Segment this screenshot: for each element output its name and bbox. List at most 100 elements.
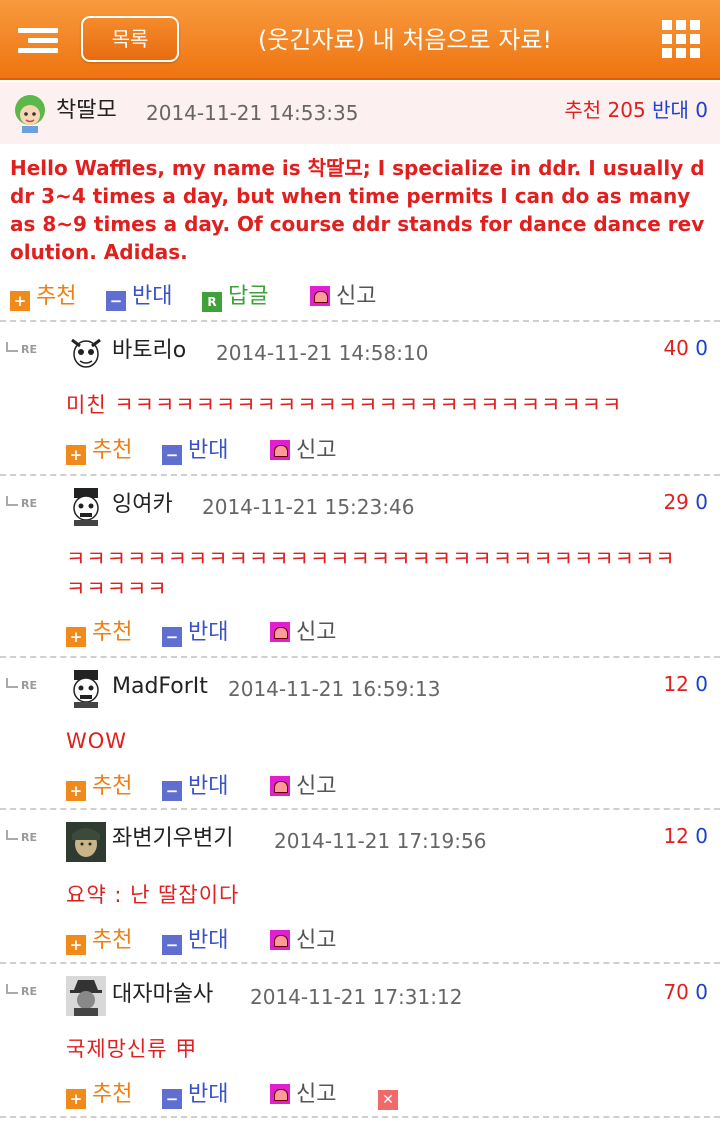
- report-button[interactable]: 신고: [270, 926, 336, 956]
- recommend-count: 70: [663, 980, 689, 1004]
- comment-actions: + 추천 − 반대 신고: [66, 618, 696, 648]
- author-name[interactable]: 착딸모: [56, 96, 117, 126]
- oppose-button[interactable]: − 반대: [162, 926, 228, 956]
- comment-date: 2014-11-21 17:31:12: [250, 985, 463, 1009]
- post-actions: + 추천 − 반대 R 답글 신고: [10, 282, 710, 312]
- report-label: 신고: [296, 928, 337, 953]
- oppose-count: 0: [695, 980, 708, 1004]
- vote-summary: 추천 205 반대 0: [564, 95, 708, 125]
- list-button[interactable]: 목록: [81, 16, 179, 62]
- report-button[interactable]: 신고: [310, 282, 376, 312]
- report-button[interactable]: 신고: [270, 772, 336, 802]
- recommend-label: 추천: [36, 284, 77, 309]
- recommend-button[interactable]: + 추천: [66, 436, 132, 466]
- minus-icon: −: [162, 781, 182, 801]
- plus-icon: +: [66, 627, 86, 647]
- author-name[interactable]: 대자마술사: [112, 980, 213, 1010]
- comment-actions: + 추천 − 반대 신고 ✕: [66, 1080, 696, 1110]
- recommend-count: 40: [663, 336, 689, 360]
- comment-body: WOW: [66, 729, 128, 753]
- siren-icon: [270, 622, 290, 642]
- re-mark: RE: [6, 984, 37, 999]
- post-date: 2014-11-21 14:53:35: [146, 101, 359, 125]
- oppose-button[interactable]: − 반대: [162, 1080, 228, 1110]
- siren-icon: [270, 1084, 290, 1104]
- oppose-button[interactable]: − 반대: [162, 772, 228, 802]
- minus-icon: −: [106, 291, 126, 311]
- minus-icon: −: [162, 1089, 182, 1109]
- avatar: [66, 822, 106, 862]
- comment-item: RE 대자마술사 2014-11-21 17:31:12 70 0 국제망신류 …: [0, 964, 720, 1116]
- plus-icon: +: [66, 445, 86, 465]
- reply-button[interactable]: R 답글: [202, 282, 268, 312]
- oppose-button[interactable]: − 반대: [106, 282, 172, 312]
- report-label: 신고: [296, 1082, 337, 1107]
- recommend-button[interactable]: + 추천: [10, 282, 76, 312]
- oppose-label: 반대: [188, 438, 229, 463]
- recommend-button[interactable]: + 추천: [66, 772, 132, 802]
- author-name[interactable]: 좌변기우변기: [112, 824, 233, 854]
- vote-summary: 70 0: [663, 977, 708, 1007]
- oppose-button[interactable]: − 반대: [162, 436, 228, 466]
- top-bar: 목록 (웃긴자료) 내 처음으로 자료!: [0, 0, 720, 80]
- avatar: [15, 95, 45, 133]
- recommend-label: 추천: [92, 438, 133, 463]
- author-name[interactable]: 잉여카: [112, 490, 173, 520]
- oppose-count: 0: [695, 98, 708, 122]
- avatar: [73, 670, 99, 708]
- oppose-label: 반대: [188, 1082, 229, 1107]
- recommend-count: 205: [607, 98, 646, 122]
- plus-icon: +: [66, 935, 86, 955]
- re-mark: RE: [6, 830, 37, 845]
- plus-icon: +: [66, 1089, 86, 1109]
- recommend-count: 29: [663, 490, 689, 514]
- divider: [0, 1116, 720, 1118]
- reply-icon: R: [202, 292, 222, 312]
- author-name[interactable]: 바토리o: [112, 336, 186, 366]
- report-label: 신고: [296, 438, 337, 463]
- comment-date: 2014-11-21 17:19:56: [274, 829, 487, 853]
- oppose-count: 0: [695, 336, 708, 360]
- oppose-label: 반대: [188, 620, 229, 645]
- recommend-label: 추천: [92, 774, 133, 799]
- comment-actions: + 추천 − 반대 신고: [66, 436, 696, 466]
- report-button[interactable]: 신고: [270, 436, 336, 466]
- reply-label: 답글: [228, 284, 269, 309]
- oppose-button[interactable]: − 반대: [162, 618, 228, 648]
- comment-body: 요약 : 난 딸잡이다: [66, 883, 240, 907]
- vote-summary: 40 0: [663, 333, 708, 363]
- post-header: 착딸모 2014-11-21 14:53:35 추천 205 반대 0: [0, 82, 720, 144]
- recommend-count: 12: [663, 824, 689, 848]
- menu-icon[interactable]: [18, 26, 60, 54]
- recommend-label: 추천: [92, 620, 133, 645]
- minus-icon: −: [162, 445, 182, 465]
- comment-actions: + 추천 − 반대 신고: [66, 772, 696, 802]
- report-label: 신고: [296, 620, 337, 645]
- comment-item: RE 바토리o 2014-11-21 14:58:10 40 0 미친 ㅋㅋㅋㅋ…: [0, 322, 720, 474]
- delete-icon: ✕: [378, 1090, 398, 1110]
- plus-icon: +: [10, 291, 30, 311]
- comment-body: 미친 ㅋㅋㅋㅋㅋㅋㅋㅋㅋㅋㅋㅋㅋㅋㅋㅋㅋㅋㅋㅋㅋㅋㅋㅋㅋ: [66, 393, 623, 417]
- report-button[interactable]: 신고: [270, 618, 336, 648]
- comment-body: 국제망신류 甲: [66, 1037, 198, 1061]
- minus-icon: −: [162, 627, 182, 647]
- siren-icon: [310, 286, 330, 306]
- plus-icon: +: [66, 781, 86, 801]
- siren-icon: [270, 776, 290, 796]
- recommend-label: 추천: [92, 928, 133, 953]
- recommend-button[interactable]: + 추천: [66, 1080, 132, 1110]
- oppose-count: 0: [695, 490, 708, 514]
- delete-button[interactable]: ✕: [378, 1080, 404, 1110]
- re-mark: RE: [6, 496, 37, 511]
- comment-item: RE MadForIt 2014-11-21 16:59:13 12 0 WOW…: [0, 658, 720, 808]
- report-button[interactable]: 신고: [270, 1080, 336, 1110]
- recommend-button[interactable]: + 추천: [66, 926, 132, 956]
- oppose-label: 반대: [652, 98, 689, 122]
- oppose-label: 반대: [132, 284, 173, 309]
- author-name[interactable]: MadForIt: [112, 672, 208, 702]
- recommend-button[interactable]: + 추천: [66, 618, 132, 648]
- grid-icon[interactable]: [662, 20, 700, 58]
- avatar: [66, 976, 106, 1016]
- avatar: [73, 488, 99, 526]
- page-title: (웃긴자료) 내 처음으로 자료!: [257, 26, 553, 54]
